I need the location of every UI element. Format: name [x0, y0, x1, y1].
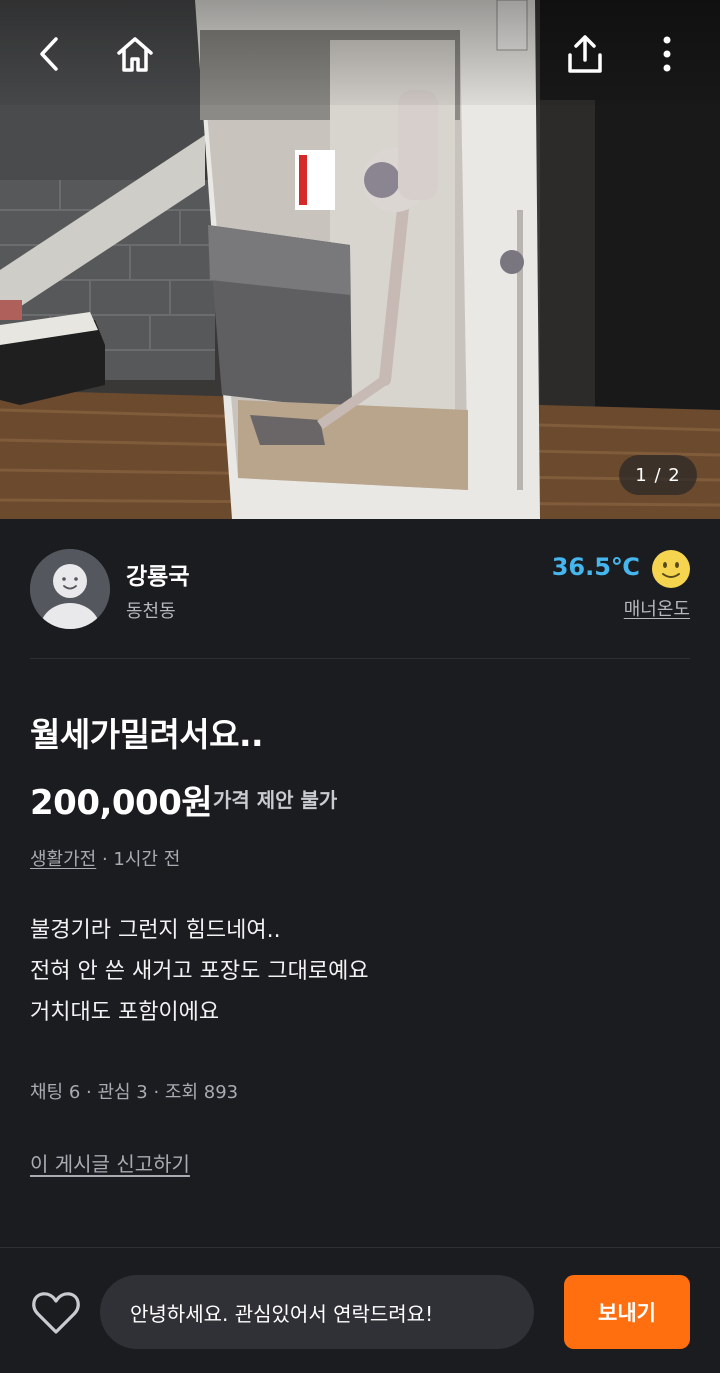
description-line: 거치대도 포함이에요	[30, 1000, 220, 1025]
heart-icon[interactable]	[30, 1290, 82, 1336]
home-icon	[117, 37, 153, 72]
message-input[interactable]: 안녕하세요. 관심있어서 연락드려요!	[100, 1275, 534, 1349]
negotiation-status: 가격 제안 불가	[213, 788, 338, 812]
manner-temperature-link[interactable]: 매너온도	[624, 595, 690, 621]
listing-description: 불경기라 그런지 힘드네여.. 전혀 안 쓴 새거고 포장도 그대로예요 거치대…	[30, 910, 369, 1033]
listing-stats: 채팅 6 · 관심 3 · 조회 893	[30, 1082, 239, 1103]
avatar[interactable]	[30, 549, 110, 629]
bottom-action-bar: 안녕하세요. 관심있어서 연락드려요! 보내기	[0, 1247, 720, 1373]
product-detail-page: 1 / 2 강룡국 동천동 36.5℃ 매너온도 월세가밀려서요.. 200,0…	[0, 0, 720, 1373]
listing-price: 200,000원	[30, 783, 213, 823]
manner-temperature: 36.5℃	[551, 553, 640, 581]
smile-face-icon	[652, 550, 690, 588]
chevron-left-icon	[40, 37, 58, 71]
home-button[interactable]	[107, 26, 163, 82]
description-line: 전혀 안 쓴 새거고 포장도 그대로예요	[30, 959, 369, 984]
back-button[interactable]	[22, 26, 78, 82]
more-vertical-icon	[663, 36, 671, 72]
seller-profile[interactable]: 강룡국 동천동 36.5℃ 매너온도	[0, 519, 720, 659]
default-profile-icon	[30, 549, 110, 629]
image-counter: 1 / 2	[619, 455, 697, 495]
send-button[interactable]: 보내기	[564, 1275, 690, 1349]
listing-meta: 생활가전 · 1시간 전	[30, 845, 180, 871]
listing-title: 월세가밀려서요..	[30, 715, 264, 754]
seller-location: 동천동	[126, 601, 176, 622]
product-photo[interactable]: 1 / 2	[0, 0, 720, 519]
category-link[interactable]: 생활가전	[30, 849, 96, 870]
divider	[30, 658, 690, 659]
more-menu-button[interactable]	[639, 26, 695, 82]
share-icon	[568, 35, 602, 73]
posted-time: · 1시간 전	[96, 849, 181, 870]
share-button[interactable]	[557, 26, 613, 82]
description-line: 불경기라 그런지 힘드네여..	[30, 918, 281, 943]
top-navigation-bar	[0, 0, 720, 105]
report-link[interactable]: 이 게시글 신고하기	[30, 1148, 190, 1177]
seller-name: 강룡국	[126, 564, 190, 590]
